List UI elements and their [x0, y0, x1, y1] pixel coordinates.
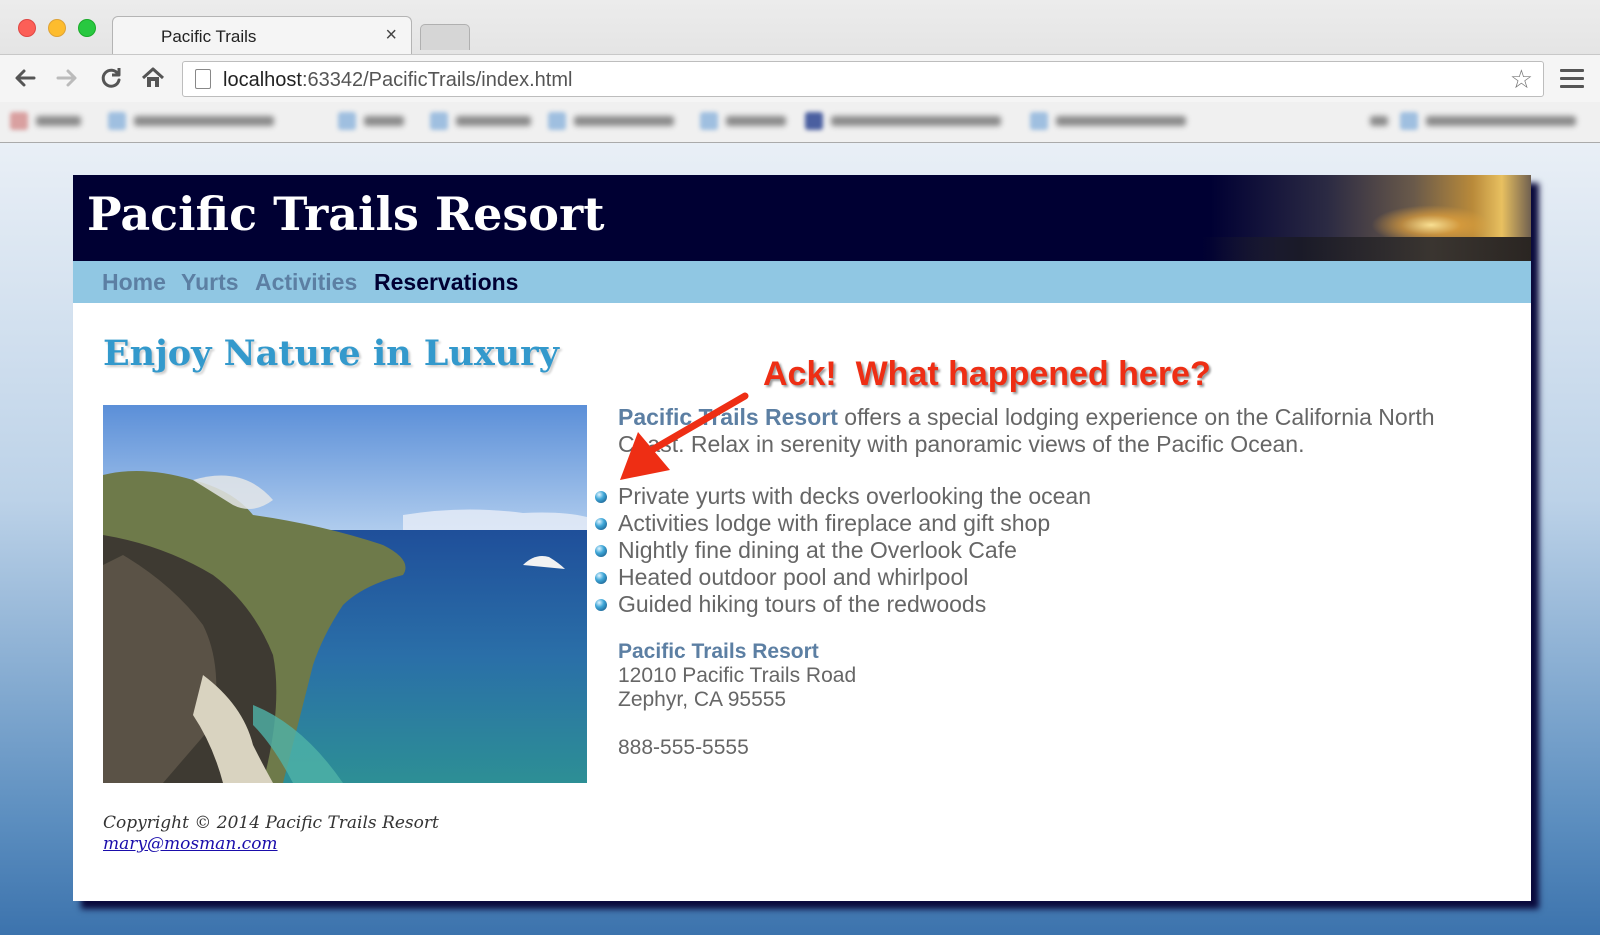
contact-phone: 888-555-5555 [618, 736, 749, 759]
contact-city: Zephyr, CA 95555 [618, 688, 787, 711]
new-tab-button[interactable] [420, 24, 470, 50]
site-nav: Home Yurts Activities Reservations [73, 261, 1531, 303]
bookmark-item[interactable] [700, 112, 786, 132]
bookmark-item[interactable] [1400, 112, 1576, 132]
bookmark-star-icon[interactable]: ☆ [1510, 64, 1533, 95]
nav-link-activities[interactable]: Activities [255, 269, 357, 296]
hamburger-menu-icon[interactable] [1560, 69, 1584, 89]
coastline-photo [103, 405, 587, 783]
contact-street: 12010 Pacific Trails Road [618, 664, 857, 687]
home-icon[interactable] [138, 65, 168, 98]
list-item: Nightly fine dining at the Overlook Cafe [595, 537, 1091, 564]
page-heading: Enjoy Nature in Luxury [103, 333, 559, 374]
bookmark-item[interactable] [1370, 112, 1388, 132]
email-link[interactable]: mary@mosman.com [103, 834, 278, 854]
copyright-text: Copyright © 2014 Pacific Trails Resort [103, 813, 439, 833]
site-footer: Copyright © 2014 Pacific Trails Resort m… [103, 813, 439, 855]
bullet-icon [595, 491, 607, 503]
zoom-window-button[interactable] [78, 19, 96, 37]
bullet-icon [595, 572, 607, 584]
nav-link-reservations[interactable]: Reservations [374, 269, 518, 296]
bookmark-item[interactable] [430, 112, 531, 132]
page-viewport: Pacific Trails Resort Home Yurts Activit… [0, 143, 1600, 935]
bookmark-item[interactable] [108, 112, 274, 132]
tab-title: Pacific Trails [161, 27, 257, 46]
feature-list: Private yurts with decks overlooking the… [595, 483, 1091, 618]
annotation-arrow-icon [620, 392, 749, 480]
list-item: Guided hiking tours of the redwoods [595, 591, 1091, 618]
close-window-button[interactable] [18, 19, 36, 37]
annotation-text: Ack! What happened here? [763, 355, 1211, 393]
list-item: Activities lodge with fireplace and gift… [595, 510, 1091, 537]
bookmark-item[interactable] [10, 112, 81, 132]
bookmark-item[interactable] [548, 112, 674, 132]
url-text[interactable]: localhost:63342/PacificTrails/index.html [223, 69, 572, 92]
site-title: Pacific Trails Resort [87, 187, 605, 241]
contact-name: Pacific Trails Resort [618, 640, 819, 663]
bullet-icon [595, 545, 607, 557]
address-bar[interactable]: localhost:63342/PacificTrails/index.html… [182, 61, 1544, 97]
page-icon [195, 69, 211, 89]
bookmark-item[interactable] [1030, 112, 1186, 132]
bookmark-item[interactable] [805, 112, 1001, 132]
forward-arrow-icon[interactable] [52, 65, 82, 98]
site-header: Pacific Trails Resort [73, 175, 1531, 261]
browser-tab[interactable]: Pacific Trails × [112, 16, 412, 54]
nav-link-yurts[interactable]: Yurts [181, 269, 239, 296]
browser-chrome: Pacific Trails × localhost:63342/Pacific… [0, 0, 1600, 143]
reload-icon[interactable] [96, 65, 126, 98]
page-wrapper: Pacific Trails Resort Home Yurts Activit… [73, 175, 1531, 901]
bookmark-item[interactable] [338, 112, 404, 132]
bookmarks-bar [0, 102, 1600, 142]
minimize-window-button[interactable] [48, 19, 66, 37]
close-tab-icon[interactable]: × [385, 24, 397, 47]
list-item: Heated outdoor pool and whirlpool [595, 564, 1091, 591]
back-arrow-icon[interactable] [10, 65, 40, 98]
contact-info: Pacific Trails Resort 12010 Pacific Trai… [618, 640, 856, 760]
bullet-icon [595, 599, 607, 611]
browser-toolbar: localhost:63342/PacificTrails/index.html… [0, 54, 1600, 102]
bullet-icon [595, 518, 607, 530]
sunset-sea [1201, 237, 1531, 261]
nav-link-home[interactable]: Home [102, 269, 166, 296]
